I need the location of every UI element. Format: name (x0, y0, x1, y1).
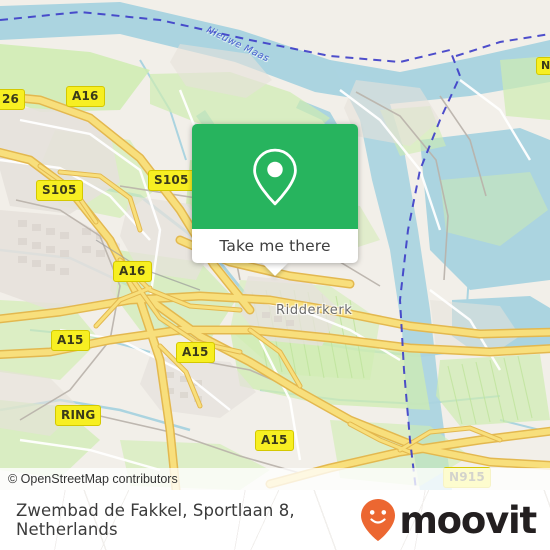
take-me-there-label: Take me there (219, 237, 331, 255)
footer-bar: Zwembad de Fakkel, Sportlaan 8, Netherla… (0, 490, 550, 550)
map-attribution: © OpenStreetMap contributors (0, 468, 550, 490)
take-me-there-button[interactable]: Take me there (192, 229, 358, 263)
moovit-wordmark: moovit (399, 498, 537, 542)
moovit-map-screenshot: Ridderkerk Nieuwe Maas 26 A16 S105 S105 … (0, 0, 550, 550)
popup-pointer-tail (262, 263, 288, 276)
location-title: Zwembad de Fakkel, Sportlaan 8, Netherla… (16, 501, 295, 539)
moovit-logo[interactable]: moovit (360, 498, 537, 542)
location-popup-card[interactable]: Take me there (192, 124, 358, 263)
popup-card-header (192, 124, 358, 229)
attribution-text: © OpenStreetMap contributors (8, 472, 178, 486)
moovit-pin-icon (361, 499, 396, 541)
location-pin-icon (253, 148, 297, 205)
